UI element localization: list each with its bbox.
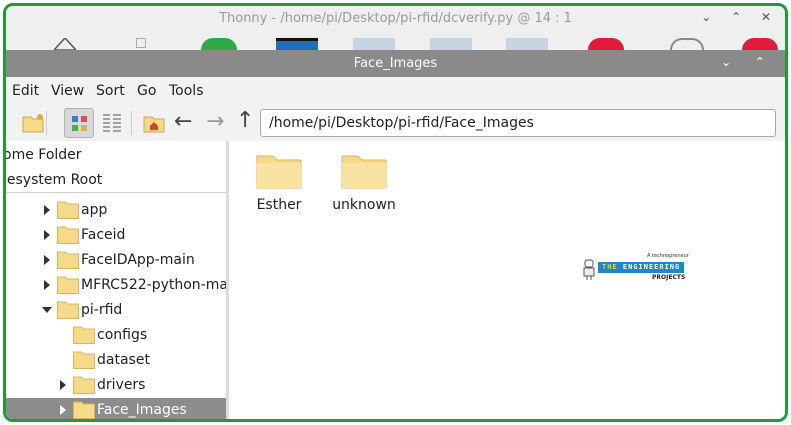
tree-item-label: MFRC522-python-master [81,277,226,293]
screenshot-frame: Thonny - /home/pi/Desktop/pi-rfid/dcveri… [3,3,788,422]
step-out-icon[interactable] [506,38,548,50]
file-view: Esther unknown A technopreneur THE ENGIN… [229,141,785,419]
watermark-tagline: A technopreneur [647,253,689,259]
watermark-band-text: ENGINEERING [622,263,681,271]
thonny-toolbar-icon[interactable] [136,38,146,48]
step-into-icon[interactable] [430,38,472,50]
folder-icon [73,351,95,369]
place-home-folder[interactable]: ome Folder [6,147,82,163]
tree-item[interactable]: pi-rfid [6,298,226,323]
place-filesystem-root[interactable]: lesystem Root [6,172,102,188]
toolbar-separator [46,111,47,135]
tree-item[interactable]: MFRC522-python-master [6,273,226,298]
expand-arrow-icon[interactable] [60,380,66,390]
expand-arrow-icon[interactable] [44,255,50,265]
folder-icon [73,401,95,419]
expand-arrow-icon[interactable] [44,205,50,215]
expand-arrow-icon[interactable] [44,280,50,290]
back-arrow-icon[interactable]: ← [174,109,192,134]
tree-item-label: pi-rfid [81,302,123,318]
watermark-logo: A technopreneur THE ENGINEERING PROJECTS [582,253,692,285]
list-view-icon[interactable] [101,112,123,134]
tree-item[interactable]: Face_Images [6,398,226,419]
zoom-icon[interactable] [670,38,704,50]
expand-arrow-icon[interactable] [44,230,50,240]
window-controls[interactable]: ⌄ ⌃ [721,55,775,69]
folder-name: Esther [256,197,302,213]
tree-item[interactable]: dataset [6,348,226,373]
tree-item[interactable]: app [6,198,226,223]
places-panel: ome Folder lesystem Root [6,141,226,193]
debug-icon[interactable] [276,38,318,50]
stop-icon[interactable] [588,38,624,50]
icon-view-button[interactable] [64,108,94,138]
menu-view[interactable]: View [51,83,84,99]
tree-item-label: drivers [97,377,146,393]
collapse-arrow-icon[interactable] [42,307,52,313]
folder-icon [341,155,387,189]
tree-item-label: app [81,202,108,218]
folder-icon [57,251,79,269]
home-icon[interactable] [143,112,165,134]
menu-bar: Edit View Sort Go Tools [6,77,785,105]
up-arrow-icon[interactable]: ↑ [236,108,254,133]
tree-item-label: dataset [97,352,150,368]
menu-sort[interactable]: Sort [96,83,125,99]
folder-icon [73,376,95,394]
tree-item-label: Face_Images [97,402,187,418]
folder-item[interactable]: Esther [239,153,319,213]
tree-item-label: FaceIDApp-main [81,252,195,268]
window-title: Face_Images [353,56,438,71]
tree-item-label: configs [97,327,148,343]
watermark-band: THE ENGINEERING [598,262,684,273]
step-over-icon[interactable] [353,38,395,50]
tree-item[interactable]: drivers [6,373,226,398]
new-folder-icon[interactable] [22,112,44,134]
directory-tree: app Faceid FaceIDApp-main MFRC522-python-ma… [6,196,226,419]
thonny-window-controls[interactable]: ⌄ ⌃ ✕ [701,10,779,24]
grid-view-icon [72,116,87,131]
folder-icon [57,301,79,319]
menu-go[interactable]: Go [137,83,156,99]
thonny-window-strip: Thonny - /home/pi/Desktop/pi-rfid/dcveri… [6,6,785,50]
tree-item[interactable]: configs [6,323,226,348]
tree-item[interactable]: FaceIDApp-main [6,248,226,273]
folder-icon [57,276,79,294]
menu-edit[interactable]: Edit [12,83,39,99]
watermark-the: THE [602,263,618,271]
toolbar-separator [131,111,132,135]
thonny-title: Thonny - /home/pi/Desktop/pi-rfid/dcveri… [219,11,572,26]
folder-icon [57,226,79,244]
robot-icon [583,259,595,280]
toolbar: ← → ↑ /home/pi/Desktop/pi-rfid/Face_Imag… [6,105,785,141]
watermark-sub: PROJECTS [652,274,686,281]
tree-item[interactable]: Faceid [6,223,226,248]
folder-name: unknown [332,197,396,213]
folder-item[interactable]: unknown [324,153,404,213]
folder-icon [73,326,95,344]
quit-icon[interactable] [742,38,778,50]
window-titlebar: Face_Images ⌄ ⌃ [6,50,785,77]
folder-icon [57,201,79,219]
folder-icon [256,155,302,189]
run-icon[interactable] [201,38,237,50]
forward-arrow-icon[interactable]: → [206,109,224,134]
menu-tools[interactable]: Tools [169,83,204,99]
tree-item-label: Faceid [81,227,126,243]
path-input[interactable]: /home/pi/Desktop/pi-rfid/Face_Images [260,109,776,137]
thonny-toolbar-icon[interactable] [54,38,76,50]
expand-arrow-icon[interactable] [60,405,66,415]
